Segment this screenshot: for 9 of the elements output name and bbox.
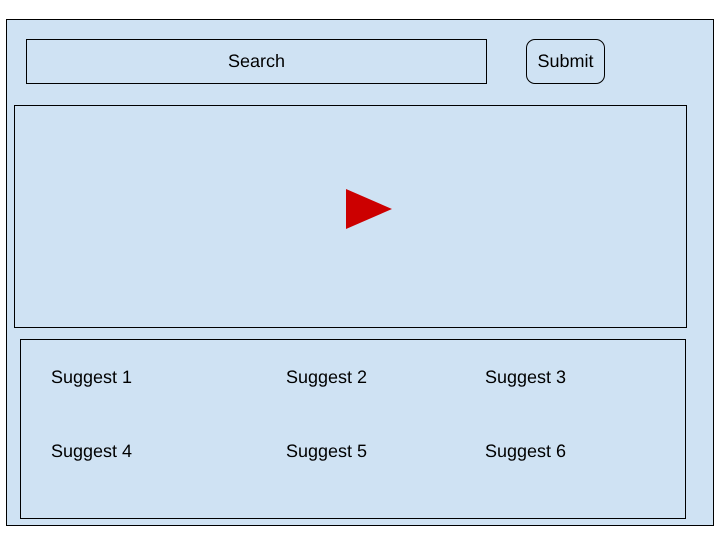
submit-button[interactable]: Submit [526, 39, 605, 84]
suggestion-link[interactable]: Suggest 6 [485, 440, 566, 462]
play-icon[interactable] [346, 188, 392, 228]
suggestion-link[interactable]: Suggest 4 [51, 440, 132, 462]
suggestion-link[interactable]: Suggest 2 [286, 366, 368, 388]
suggestion-link[interactable]: Suggest 3 [485, 366, 566, 388]
suggestion-link[interactable]: Suggest 5 [286, 440, 368, 462]
search-field[interactable]: Search [26, 39, 487, 84]
suggestion-link[interactable]: Suggest 1 [51, 366, 132, 388]
